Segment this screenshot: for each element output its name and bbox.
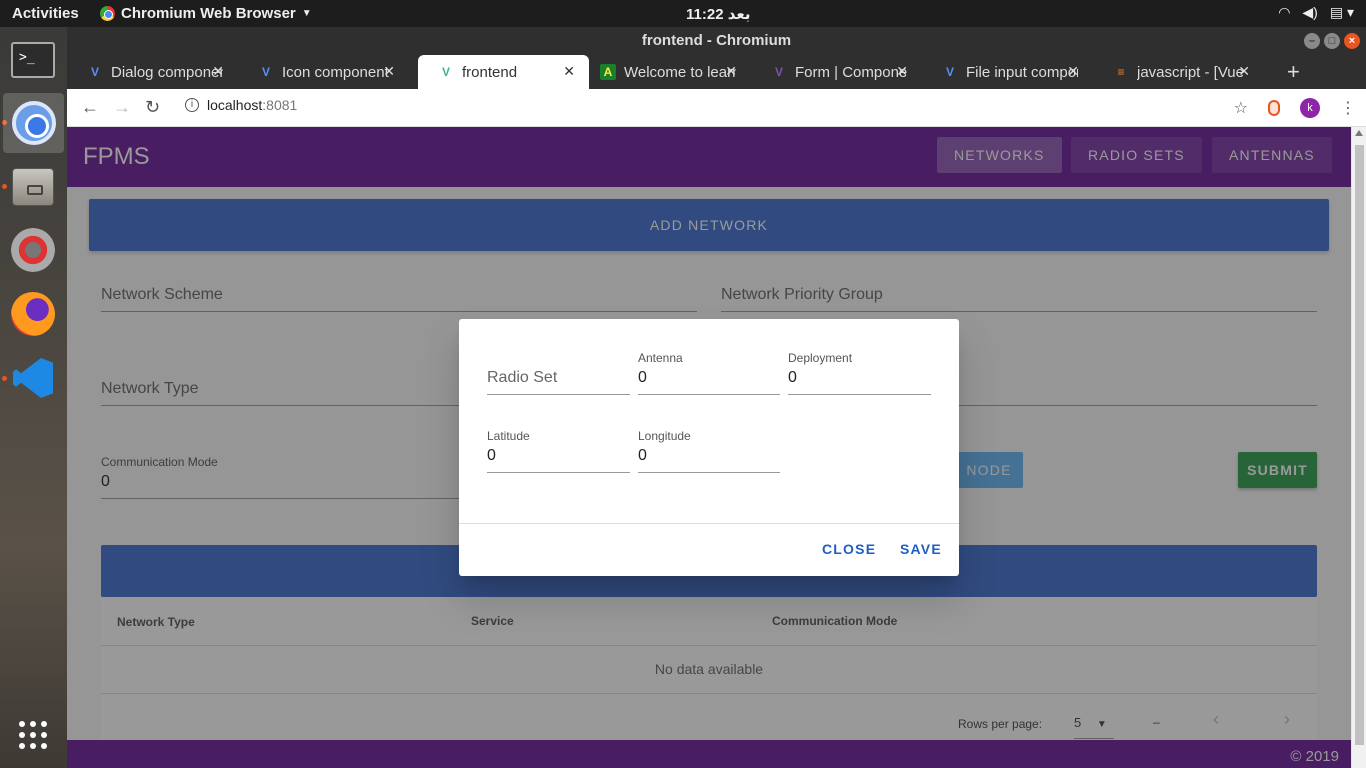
vuetify-favicon-icon: V: [261, 65, 270, 79]
browser-tab-active[interactable]: V frontend ✕: [418, 55, 589, 89]
longitude-label: Longitude: [638, 429, 691, 443]
dock-settings[interactable]: [8, 225, 58, 275]
antenna-label: Antenna: [638, 351, 683, 365]
tab-close-icon[interactable]: ✕: [1067, 63, 1079, 80]
radio-set-select[interactable]: Radio Set: [487, 361, 630, 395]
tab-label: File input component: [966, 63, 1078, 81]
dock-terminal[interactable]: >_: [8, 35, 58, 85]
radio-set-placeholder: Radio Set: [487, 369, 558, 386]
vscode-icon: [13, 358, 53, 398]
reload-icon[interactable]: ↻: [145, 97, 160, 118]
bootstrap-vue-favicon-icon: V: [774, 65, 783, 79]
latitude-label: Latitude: [487, 429, 530, 443]
address-bar[interactable]: i localhost :8081: [185, 97, 297, 113]
tab-strip: V Dialog component ✕ V Icon component ✕ …: [67, 55, 1366, 89]
files-icon: [12, 168, 54, 206]
tab-label: Icon component: [282, 63, 389, 81]
window-title: frontend - Chromium: [641, 32, 792, 49]
android-favicon-icon: A: [600, 64, 616, 80]
vuetify-favicon-icon: V: [90, 65, 99, 79]
browser-tab[interactable]: V Form | Component ✕: [751, 55, 922, 89]
deployment-select[interactable]: Deployment 0: [788, 351, 931, 395]
tab-close-icon[interactable]: ✕: [383, 63, 395, 80]
antenna-value: 0: [638, 369, 647, 386]
settings-icon: [11, 228, 55, 272]
tab-close-icon[interactable]: ✕: [1238, 63, 1250, 80]
wifi-icon: ◠: [1278, 4, 1291, 20]
app-grid-icon: [19, 721, 47, 749]
deployment-value: 0: [788, 369, 797, 386]
close-window-icon[interactable]: ×: [1344, 33, 1360, 49]
browser-toolbar: ← → ↻ i localhost :8081 ☆ k ⋮: [67, 89, 1366, 127]
tab-label: frontend: [462, 63, 518, 81]
browser-tab[interactable]: V File input component ✕: [922, 55, 1093, 89]
dock: >_: [0, 27, 67, 768]
app-menu[interactable]: Chromium Web Browser ▼: [100, 5, 312, 22]
chromium-icon: [100, 6, 115, 21]
tab-close-icon[interactable]: ✕: [212, 63, 224, 80]
activities-button[interactable]: Activities: [12, 5, 79, 22]
close-button[interactable]: CLOSE: [822, 541, 876, 557]
extension-icon[interactable]: [1268, 100, 1280, 116]
save-button[interactable]: SAVE: [900, 541, 942, 557]
scrollbar-thumb[interactable]: [1355, 145, 1364, 745]
address-port: :8081: [262, 97, 298, 113]
stackoverflow-favicon-icon: ≡: [1117, 65, 1125, 79]
page-scrollbar[interactable]: [1351, 127, 1366, 768]
volume-icon: ◀): [1302, 4, 1318, 20]
browser-tab[interactable]: A Welcome to learn ✕: [580, 55, 751, 89]
tab-label: Dialog component: [111, 63, 223, 81]
clock[interactable]: 11:22 بعد: [686, 5, 750, 23]
new-tab-button[interactable]: +: [1287, 59, 1300, 85]
gnome-top-bar: Activities Chromium Web Browser ▼ 11:22 …: [0, 0, 1366, 27]
tab-close-icon[interactable]: ✕: [896, 63, 908, 80]
vuetify-favicon-icon: V: [945, 65, 954, 79]
latitude-field[interactable]: Latitude 0: [487, 429, 630, 473]
menu-kebab-icon[interactable]: ⋮: [1340, 98, 1356, 118]
profile-avatar[interactable]: k: [1300, 98, 1320, 118]
firefox-icon: [11, 292, 55, 336]
tab-label: javascript - [Vue: [1137, 63, 1244, 81]
show-apps-button[interactable]: [8, 710, 58, 760]
vue-favicon-icon: V: [441, 65, 450, 79]
dock-files[interactable]: [8, 162, 58, 212]
caret-down-icon: ▼: [301, 8, 312, 19]
dock-firefox[interactable]: [8, 289, 58, 339]
dock-chromium[interactable]: [3, 93, 64, 153]
longitude-field[interactable]: Longitude 0: [638, 429, 780, 473]
dialog-divider: [459, 523, 959, 524]
deployment-label: Deployment: [788, 351, 853, 365]
add-node-dialog: Radio Set Antenna 0 Deployment 0 Latitud…: [459, 319, 959, 576]
antenna-select[interactable]: Antenna 0: [638, 351, 780, 395]
window-titlebar: frontend - Chromium – □ ×: [67, 27, 1366, 55]
scroll-up-icon[interactable]: [1355, 130, 1363, 136]
browser-tab[interactable]: V Icon component ✕: [238, 55, 409, 89]
longitude-value: 0: [638, 447, 647, 464]
browser-window: frontend - Chromium – □ × V Dialog compo…: [67, 27, 1366, 768]
terminal-icon: >_: [11, 42, 55, 78]
maximize-icon[interactable]: □: [1324, 33, 1340, 49]
site-info-icon[interactable]: i: [185, 98, 199, 112]
browser-tab[interactable]: V Dialog component ✕: [67, 55, 238, 89]
tab-close-icon[interactable]: ✕: [563, 63, 575, 80]
page-viewport: FPMS NETWORKS RADIO SETS ANTENNAS ADD NE…: [67, 127, 1351, 768]
dock-vscode[interactable]: [8, 353, 58, 403]
bookmark-star-icon[interactable]: ☆: [1234, 98, 1248, 118]
forward-arrow-icon[interactable]: →: [113, 97, 131, 118]
chromium-icon: [11, 101, 56, 145]
tab-close-icon[interactable]: ✕: [725, 63, 737, 80]
battery-icon: ▤ ▾: [1329, 4, 1354, 20]
running-indicator: [2, 376, 7, 381]
running-indicator: [2, 184, 7, 189]
app-menu-label: Chromium Web Browser: [121, 5, 296, 22]
address-host: localhost: [207, 97, 263, 113]
tab-label: Welcome to learn: [624, 63, 736, 81]
minimize-icon[interactable]: –: [1304, 33, 1320, 49]
back-arrow-icon[interactable]: ←: [81, 97, 99, 118]
latitude-value: 0: [487, 447, 496, 464]
system-tray[interactable]: ◠ ◀) ▤ ▾: [1278, 4, 1354, 21]
tab-label: Form | Component: [795, 63, 907, 81]
browser-tab[interactable]: ≡ javascript - [Vue ✕: [1093, 55, 1264, 89]
